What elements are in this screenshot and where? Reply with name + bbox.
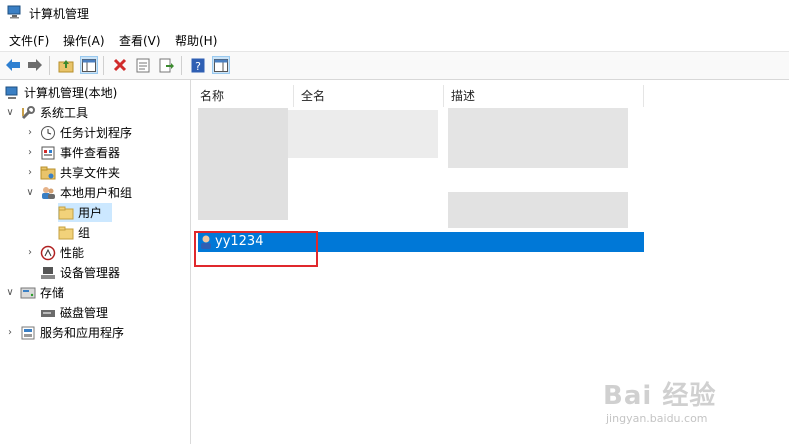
tree-groups[interactable]: 组 bbox=[58, 223, 90, 242]
folder-icon bbox=[58, 205, 74, 221]
tools-icon bbox=[20, 105, 36, 121]
chevron-right-icon[interactable]: › bbox=[24, 127, 36, 138]
redacted-names bbox=[198, 108, 288, 220]
tree-performance[interactable]: › 性能 bbox=[24, 243, 84, 262]
tree-performance-label: 性能 bbox=[60, 246, 85, 260]
clock-icon bbox=[40, 125, 56, 141]
delete-button[interactable] bbox=[111, 56, 129, 74]
storage-icon bbox=[20, 285, 36, 301]
tree-storage[interactable]: ∨ 存储 bbox=[4, 283, 64, 302]
tree-disk-management-label: 磁盘管理 bbox=[60, 306, 109, 320]
tree-root[interactable]: 计算机管理(本地) bbox=[4, 83, 117, 102]
tree-device-manager-label: 设备管理器 bbox=[60, 266, 121, 280]
tree-storage-label: 存储 bbox=[40, 286, 65, 300]
tree-services-apps-label: 服务和应用程序 bbox=[40, 326, 125, 340]
watermark-brand: Bai 经验 bbox=[603, 381, 717, 411]
help-icon: ? bbox=[191, 58, 205, 73]
toolbar: ? bbox=[0, 51, 789, 80]
computer-management-icon bbox=[7, 5, 21, 19]
chevron-right-icon[interactable]: › bbox=[4, 327, 16, 338]
export-list-button[interactable] bbox=[157, 56, 175, 74]
chevron-down-icon[interactable]: ∨ bbox=[4, 107, 16, 118]
redacted-descriptions bbox=[448, 108, 628, 168]
back-button[interactable] bbox=[4, 56, 22, 74]
tree-users[interactable]: 用户 bbox=[58, 203, 112, 222]
folder-icon bbox=[58, 225, 74, 241]
redacted-fullnames bbox=[288, 110, 438, 158]
up-folder-button[interactable] bbox=[57, 56, 75, 74]
menu-help[interactable]: 帮助(H) bbox=[175, 32, 217, 49]
show-hide-tree-button[interactable] bbox=[80, 56, 98, 74]
menu-view[interactable]: 查看(V) bbox=[119, 32, 161, 49]
tree-device-manager[interactable]: 设备管理器 bbox=[40, 263, 120, 282]
column-header-fullname[interactable]: 全名 bbox=[294, 85, 444, 107]
folder-up-icon bbox=[58, 59, 74, 72]
help-button[interactable]: ? bbox=[189, 56, 207, 74]
action-pane-icon bbox=[214, 58, 228, 72]
disk-icon bbox=[40, 305, 56, 321]
chevron-right-icon[interactable]: › bbox=[24, 167, 36, 178]
title-bar: 计算机管理 bbox=[0, 0, 789, 26]
column-header-description[interactable]: 描述 bbox=[444, 85, 644, 107]
tree-shared-folders[interactable]: › 共享文件夹 bbox=[24, 163, 120, 182]
tree-shared-folders-label: 共享文件夹 bbox=[60, 166, 121, 180]
watermark-url: jingyan.baidu.com bbox=[606, 412, 708, 425]
highlight-box bbox=[194, 231, 318, 267]
computer-icon bbox=[4, 85, 20, 101]
console-tree: 计算机管理(本地) ∨ 系统工具 › 任务计划程序 › 事件查看器 › 共享文件… bbox=[0, 80, 191, 444]
menu-bar: 文件(F) 操作(A) 查看(V) 帮助(H) bbox=[0, 28, 789, 50]
tree-task-scheduler[interactable]: › 任务计划程序 bbox=[24, 123, 132, 142]
tree-local-users-groups-label: 本地用户和组 bbox=[60, 186, 133, 200]
services-icon bbox=[20, 325, 36, 341]
shared-folder-icon bbox=[40, 165, 56, 181]
tree-event-viewer[interactable]: › 事件查看器 bbox=[24, 143, 120, 162]
delete-x-icon bbox=[113, 58, 127, 72]
console-tree-icon bbox=[82, 58, 96, 72]
column-header-name[interactable]: 名称 bbox=[193, 85, 294, 107]
tree-services-apps[interactable]: › 服务和应用程序 bbox=[4, 323, 124, 342]
properties-icon bbox=[136, 58, 150, 72]
tree-system-tools[interactable]: ∨ 系统工具 bbox=[4, 103, 88, 122]
menu-file[interactable]: 文件(F) bbox=[9, 32, 49, 49]
chevron-down-icon[interactable]: ∨ bbox=[4, 287, 16, 298]
users-group-icon bbox=[40, 185, 56, 201]
chevron-down-icon[interactable]: ∨ bbox=[24, 187, 36, 198]
event-viewer-icon bbox=[40, 145, 56, 161]
chevron-right-icon[interactable]: › bbox=[24, 147, 36, 158]
menu-action[interactable]: 操作(A) bbox=[63, 32, 105, 49]
tree-disk-management[interactable]: 磁盘管理 bbox=[40, 303, 108, 322]
chevron-right-icon[interactable]: › bbox=[24, 247, 36, 258]
arrow-right-icon bbox=[28, 59, 42, 71]
tree-local-users-groups[interactable]: ∨ 本地用户和组 bbox=[24, 183, 132, 202]
tree-task-scheduler-label: 任务计划程序 bbox=[60, 126, 133, 140]
arrow-left-icon bbox=[6, 59, 20, 71]
tree-root-label: 计算机管理(本地) bbox=[24, 86, 118, 100]
tree-system-tools-label: 系统工具 bbox=[40, 106, 89, 120]
properties-button[interactable] bbox=[134, 56, 152, 74]
forward-button[interactable] bbox=[26, 56, 44, 74]
svg-text:?: ? bbox=[195, 60, 201, 73]
tree-users-label: 用户 bbox=[78, 206, 103, 220]
tree-groups-label: 组 bbox=[78, 226, 91, 240]
redacted-description-2 bbox=[448, 192, 628, 228]
device-manager-icon bbox=[40, 265, 56, 281]
export-icon bbox=[159, 58, 174, 72]
show-action-pane-button[interactable] bbox=[212, 56, 230, 74]
performance-icon bbox=[40, 245, 56, 261]
tree-event-viewer-label: 事件查看器 bbox=[60, 146, 121, 160]
window-title: 计算机管理 bbox=[29, 7, 90, 21]
